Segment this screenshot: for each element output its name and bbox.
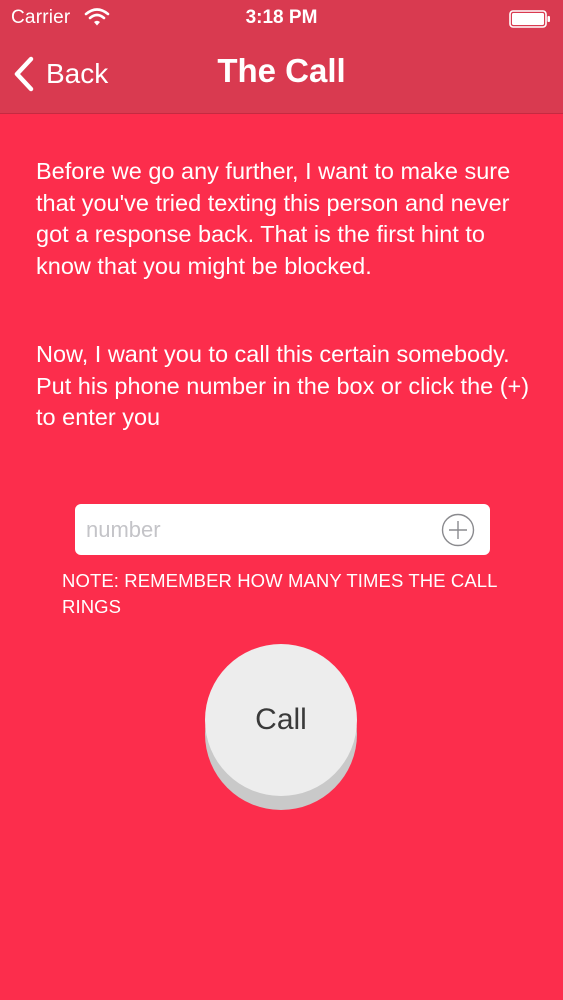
battery-icon [509,10,550,28]
clock: 3:18 PM [245,7,318,28]
note-text: NOTE: REMEMBER HOW MANY TIMES THE CALL R… [62,570,497,617]
top-bar: Carrier 3:18 PM Back The Call [0,0,563,114]
number-input[interactable] [86,504,426,555]
number-field [75,504,490,555]
status-bar: Carrier 3:18 PM [0,0,563,36]
call-button[interactable]: Call [205,644,357,796]
page-title: The Call [217,52,346,89]
intro-paragraph: Before we go any further, I want to make… [36,158,511,279]
plus-circle-icon[interactable] [441,513,475,547]
instruction-paragraph: Now, I want you to call this certain som… [36,341,530,430]
